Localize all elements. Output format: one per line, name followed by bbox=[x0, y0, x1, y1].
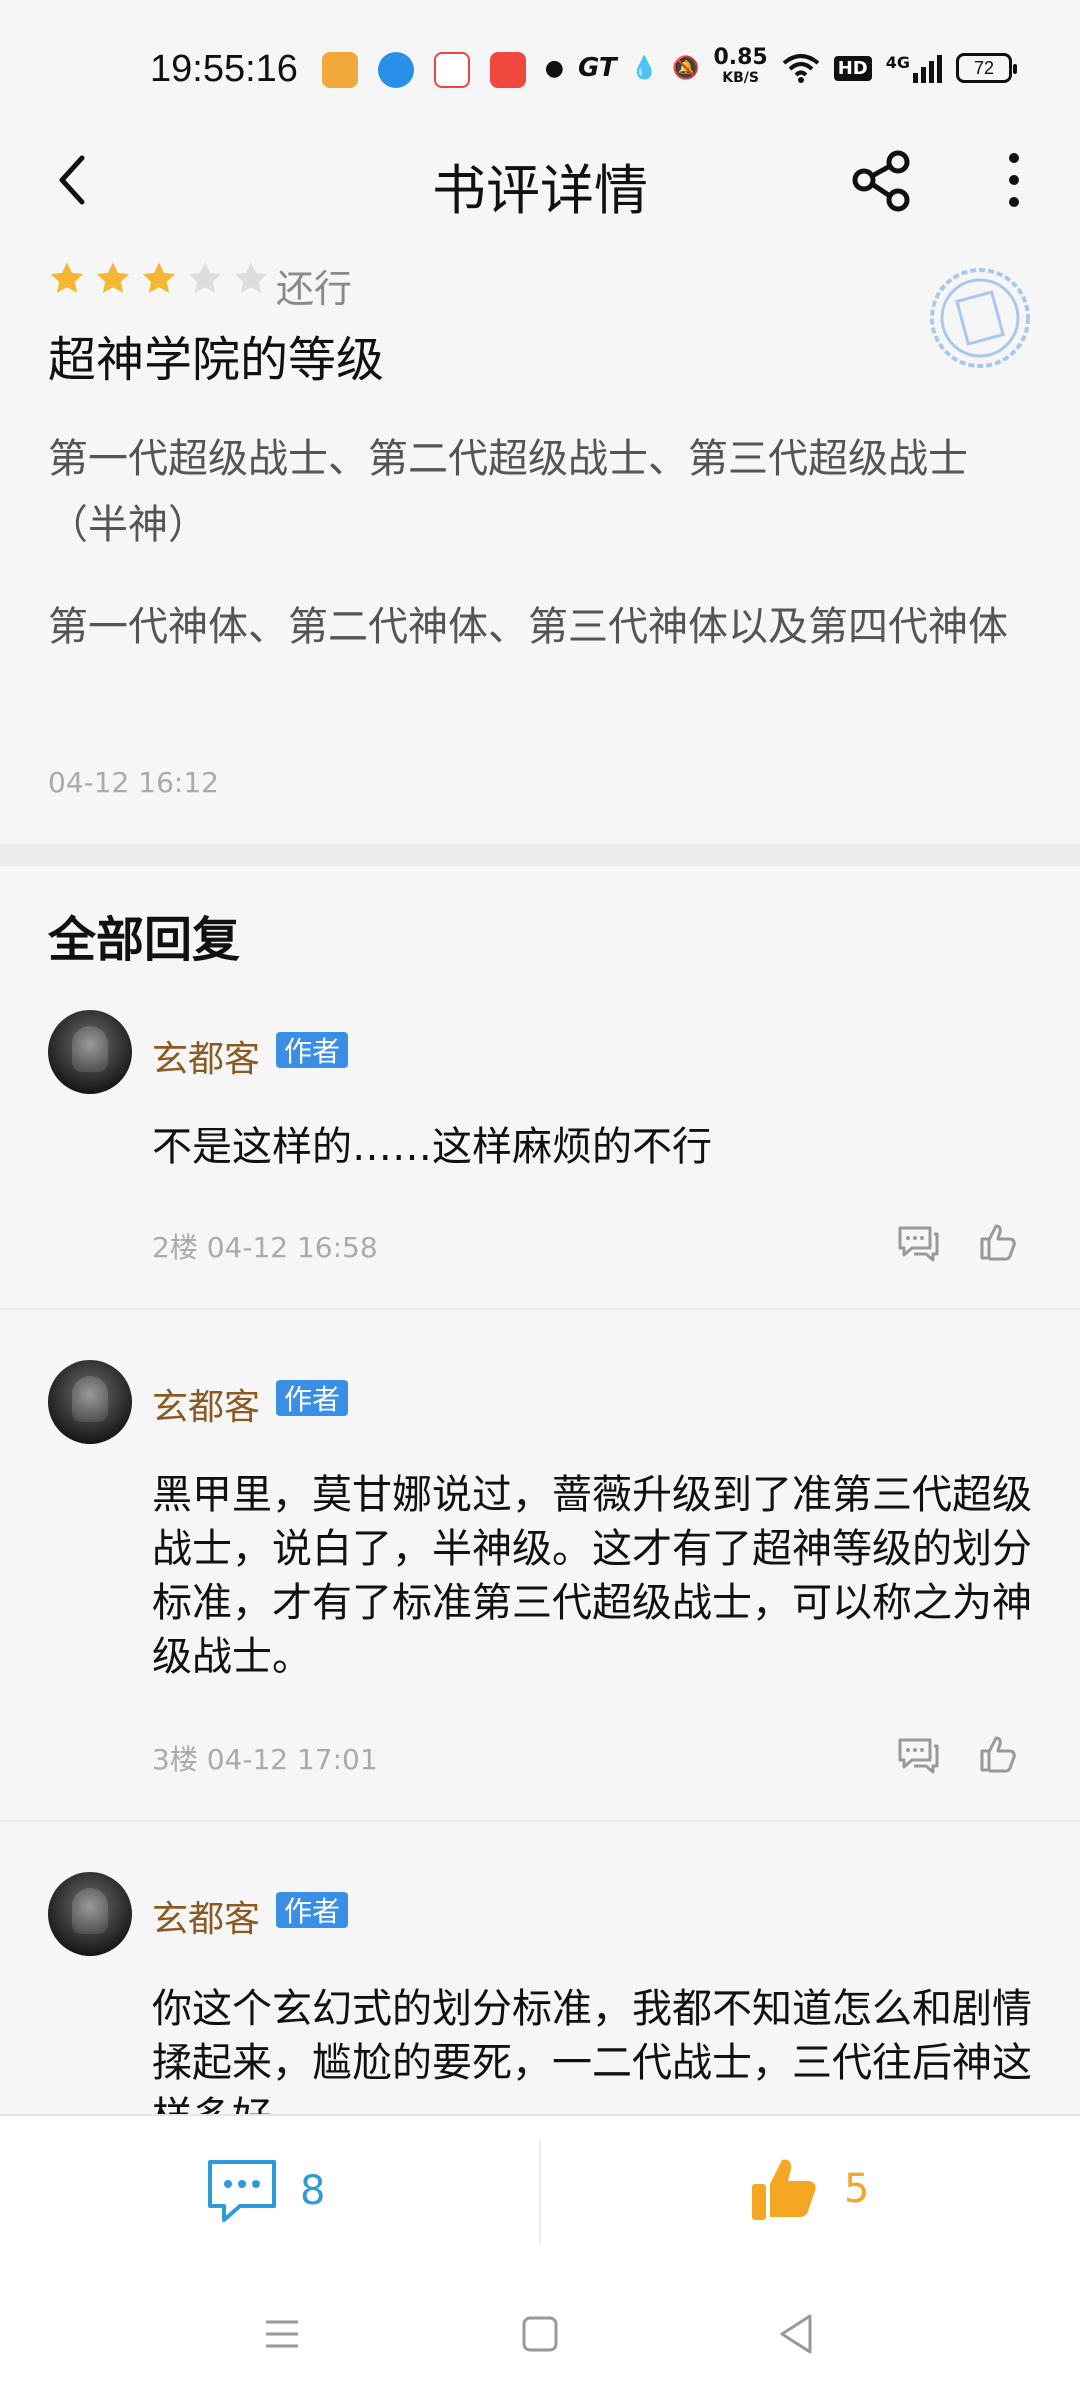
comment-button[interactable]: 8 bbox=[206, 2158, 325, 2224]
section-divider bbox=[0, 844, 1080, 866]
comment-icon bbox=[208, 2160, 276, 2222]
signal-icon: 4G bbox=[886, 53, 942, 83]
page-title: 书评详情 bbox=[432, 159, 648, 222]
author-stamp-icon bbox=[930, 268, 1030, 368]
review-paragraph: 第一代超级战士、第二代超级战士、第三代超级战士（半神） bbox=[48, 436, 968, 548]
network-speed-unit: KB/S bbox=[722, 70, 759, 86]
reply-meta: 3楼 04-12 17:01 bbox=[152, 1743, 378, 1776]
app-notification-icon bbox=[322, 52, 358, 88]
comment-count: 8 bbox=[300, 2168, 326, 2214]
wifi-icon bbox=[782, 54, 819, 83]
avatar[interactable] bbox=[48, 1360, 132, 1444]
dot-icon: ● bbox=[544, 55, 564, 81]
review-time: 04-12 16:12 bbox=[48, 766, 219, 799]
network-speed: 0.85 KB/S bbox=[713, 45, 768, 88]
star-icon-filled bbox=[50, 262, 84, 293]
review-paragraph: 第一代神体、第二代神体、第三代神体以及第四代神体 bbox=[48, 604, 1008, 650]
thumbs-up-icon[interactable] bbox=[978, 1734, 1018, 1774]
system-icons: ● GT 💧 🔕 0.85 KB/S HD 4G 72 bbox=[544, 45, 1017, 88]
avatar[interactable] bbox=[48, 1872, 132, 1956]
star-icon-empty bbox=[188, 262, 222, 293]
thumbs-up-filled-icon bbox=[752, 2159, 816, 2220]
header: 书评详情 bbox=[0, 130, 1080, 230]
gt-icon: GT bbox=[578, 53, 617, 83]
replies-title: 全部回复 bbox=[48, 912, 241, 968]
mute-icon: 🔕 bbox=[672, 55, 700, 81]
avatar[interactable] bbox=[48, 1010, 132, 1094]
system-nav-bar bbox=[0, 2268, 1080, 2400]
review-title: 超神学院的等级 bbox=[48, 332, 385, 388]
author-badge: 作者 bbox=[276, 1032, 348, 1068]
reply-comment-icon[interactable] bbox=[896, 1222, 940, 1262]
more-options-button[interactable] bbox=[990, 144, 1038, 216]
bottom-action-bar: 8 5 bbox=[0, 2114, 1080, 2268]
notification-icons bbox=[322, 52, 526, 88]
author-badge: 作者 bbox=[276, 1892, 348, 1928]
star-icon-filled bbox=[96, 262, 130, 293]
reply-text: 你这个玄幻式的划分标准，我都不知道怎么和剧情揉起来，尴尬的要死，一二代战士，三代… bbox=[152, 1986, 1032, 2114]
like-count: 5 bbox=[844, 2166, 870, 2212]
author-name[interactable]: 玄都客 bbox=[152, 1378, 260, 1430]
reply-meta: 2楼 04-12 16:58 bbox=[152, 1231, 378, 1264]
like-button[interactable]: 5 bbox=[750, 2154, 869, 2224]
author-badge: 作者 bbox=[276, 1380, 348, 1416]
thumbs-up-icon[interactable] bbox=[978, 1222, 1018, 1262]
drop-icon: 💧 bbox=[630, 55, 659, 81]
action-divider bbox=[539, 2140, 541, 2244]
share-button[interactable] bbox=[846, 144, 918, 216]
status-time: 19:55:16 bbox=[150, 48, 298, 90]
back-triangle-icon[interactable] bbox=[776, 2312, 816, 2356]
star-icon-empty bbox=[234, 262, 268, 293]
battery-icon: 72 bbox=[956, 53, 1017, 83]
rating-text: 还行 bbox=[276, 267, 353, 311]
status-bar: 19:55:16 ● GT 💧 🔕 0.85 KB/S HD 4G 72 bbox=[0, 0, 1080, 140]
home-icon[interactable] bbox=[520, 2314, 560, 2354]
reply-text: 黑甲里，莫甘娜说过，蔷薇升级到了准第三代超级战士，说白了，半神级。这才有了超神等… bbox=[152, 1472, 1032, 1680]
network-speed-value: 0.85 bbox=[713, 45, 768, 70]
reply-item[interactable]: 玄都客 作者 黑甲里，莫甘娜说过，蔷薇升级到了准第三代超级战士，说白了，半神级。… bbox=[0, 1310, 1080, 1822]
review-body: 第一代超级战士、第二代超级战士、第三代超级战士（半神） 第一代神体、第二代神体、… bbox=[48, 426, 1038, 696]
share-icon bbox=[852, 150, 910, 212]
reply-text: 不是这样的……这样麻烦的不行 bbox=[152, 1124, 712, 1170]
star-rating bbox=[48, 260, 270, 298]
map-notification-icon bbox=[434, 52, 470, 88]
author-name[interactable]: 玄都客 bbox=[152, 1890, 260, 1942]
app-notification-icon bbox=[490, 52, 526, 88]
menu-icon[interactable] bbox=[262, 2314, 302, 2354]
app-notification-icon bbox=[378, 52, 414, 88]
hd-icon: HD bbox=[833, 55, 872, 81]
reply-item[interactable]: 玄都客 作者 不是这样的……这样麻烦的不行 2楼 04-12 16:58 bbox=[0, 990, 1080, 1310]
author-name[interactable]: 玄都客 bbox=[152, 1030, 260, 1082]
star-icon-filled bbox=[142, 262, 176, 293]
more-vertical-icon bbox=[1009, 153, 1019, 207]
network-type: 4G bbox=[885, 53, 910, 72]
reply-item[interactable]: 玄都客 作者 你这个玄幻式的划分标准，我都不知道怎么和剧情揉起来，尴尬的要死，一… bbox=[0, 1822, 1080, 2114]
reply-comment-icon[interactable] bbox=[896, 1734, 940, 1774]
review-card: 还行 超神学院的等级 第一代超级战士、第二代超级战士、第三代超级战士（半神） 第… bbox=[0, 240, 1080, 844]
